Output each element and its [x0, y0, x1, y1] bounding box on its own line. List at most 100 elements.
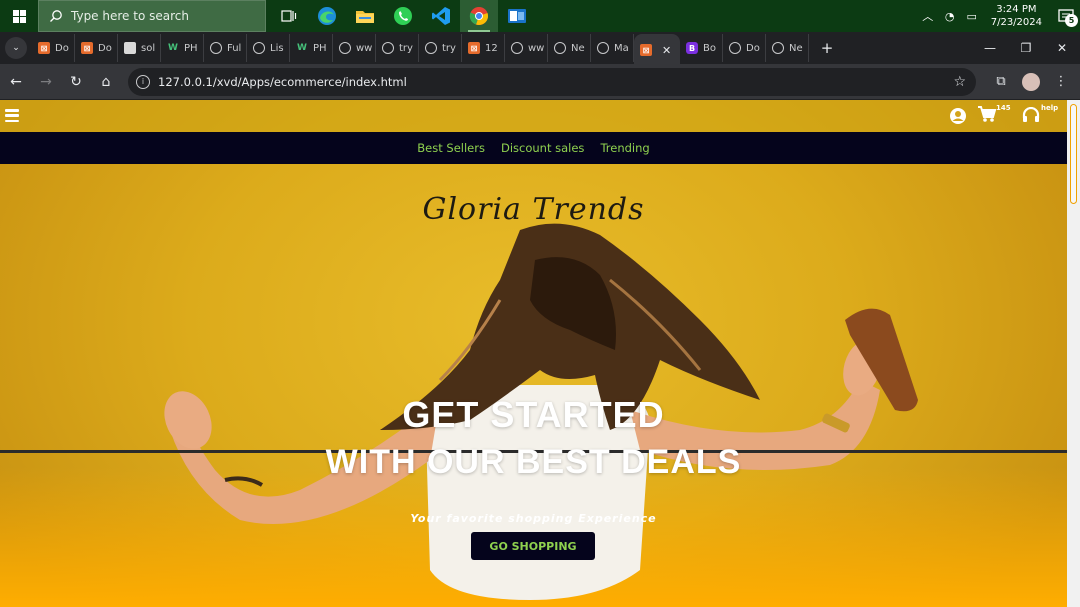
nav-best-sellers[interactable]: Best Sellers: [417, 141, 485, 155]
browser-tab[interactable]: ⊠ 12: [462, 34, 505, 62]
restore-button[interactable]: ❐: [1008, 41, 1044, 55]
tab-label: Do: [746, 42, 760, 54]
cart-count-badge: 145: [996, 104, 1011, 112]
tab-label: PH: [184, 42, 198, 54]
browser-tab[interactable]: B Bo: [680, 34, 723, 62]
brand-logo-text: Gloria Trends: [422, 192, 645, 227]
page-scrollbar[interactable]: [1067, 100, 1080, 607]
tab-label: Lis: [270, 42, 284, 54]
globe-favicon-icon: [511, 42, 523, 54]
wifi-icon[interactable]: ◔: [941, 10, 959, 23]
help-icon[interactable]: help: [1021, 104, 1058, 129]
browser-toolbar: ← → ↻ ⌂ i 127.0.0.1/xvd/Apps/ecommerce/i…: [0, 64, 1080, 100]
new-tab-button[interactable]: +: [815, 39, 839, 57]
cart-icon[interactable]: 145: [977, 104, 1011, 127]
notification-badge: 5: [1065, 14, 1078, 27]
clock[interactable]: 3:24 PM 7/23/2024: [991, 3, 1042, 29]
browser-tab[interactable]: ww: [505, 34, 548, 62]
browser-tab[interactable]: ⊠ Do: [32, 34, 75, 62]
browser-tab[interactable]: sol: [118, 34, 161, 62]
outlook-icon[interactable]: [498, 0, 536, 32]
profile-avatar[interactable]: [1022, 72, 1040, 91]
browser-tab[interactable]: Ne: [766, 34, 809, 62]
page-viewport: 145 help Best Sellers Discount sales Tre…: [0, 100, 1080, 607]
address-bar[interactable]: i 127.0.0.1/xvd/Apps/ecommerce/index.htm…: [128, 67, 976, 96]
clock-time: 3:24 PM: [996, 4, 1037, 15]
minimize-button[interactable]: —: [972, 41, 1008, 55]
xampp-favicon-icon: ⊠: [38, 42, 50, 54]
browser-tab[interactable]: try: [376, 34, 419, 62]
nav-discount-sales[interactable]: Discount sales: [501, 141, 584, 155]
globe-favicon-icon: [382, 42, 394, 54]
file-explorer-icon[interactable]: [346, 0, 384, 32]
back-button[interactable]: ←: [2, 68, 30, 96]
hero-headline-line-2: WITH OUR BEST DEALS: [325, 443, 742, 481]
nav-trending[interactable]: Trending: [600, 141, 649, 155]
go-shopping-button[interactable]: GO SHOPPING: [471, 532, 595, 560]
close-tab-icon[interactable]: ✕: [662, 44, 671, 57]
browser-tab[interactable]: Do: [723, 34, 766, 62]
bootstrap-favicon-icon: B: [686, 42, 698, 54]
whatsapp-icon[interactable]: [384, 0, 422, 32]
globe-favicon-icon: [554, 42, 566, 54]
globe-favicon-icon: [253, 42, 265, 54]
profile-favicon-icon: [124, 42, 136, 54]
search-icon: [50, 10, 62, 22]
globe-favicon-icon: [772, 42, 784, 54]
globe-favicon-icon: [729, 42, 741, 54]
tab-label: ww: [528, 42, 545, 54]
tab-label: sol: [141, 42, 156, 54]
windows-icon: [12, 9, 26, 23]
url-text: 127.0.0.1/xvd/Apps/ecommerce/index.html: [158, 74, 407, 89]
tab-label: 12: [485, 42, 498, 54]
menu-kebab-icon[interactable]: ⋮: [1046, 74, 1076, 89]
browser-tab[interactable]: Lis: [247, 34, 290, 62]
notification-center-button[interactable]: 5: [1052, 0, 1080, 32]
browser-tab[interactable]: Ma: [591, 34, 634, 62]
close-window-button[interactable]: ✕: [1044, 41, 1080, 55]
account-icon[interactable]: [949, 105, 967, 129]
browser-tab[interactable]: try: [419, 34, 462, 62]
globe-favicon-icon: [210, 42, 222, 54]
reload-button[interactable]: ↻: [62, 68, 90, 96]
tab-label: Do: [55, 42, 69, 54]
xampp-favicon-icon: ⊠: [468, 42, 480, 54]
browser-tab[interactable]: Ful: [204, 34, 247, 62]
tab-label: Ne: [789, 42, 803, 54]
browser-tab[interactable]: ⊠ Do: [75, 34, 118, 62]
taskbar-search-box[interactable]: Type here to search: [38, 0, 266, 32]
start-button[interactable]: [0, 0, 38, 32]
chevron-up-icon[interactable]: ︿: [919, 8, 937, 24]
browser-tab[interactable]: W PH: [161, 34, 204, 62]
tab-label: try: [442, 42, 456, 54]
hero-tagline: Your favorite shopping Experience: [410, 512, 657, 525]
browser-tab[interactable]: W PH: [290, 34, 333, 62]
extensions-icon[interactable]: ⧉: [986, 74, 1016, 89]
browser-tab[interactable]: Ne: [548, 34, 591, 62]
search-placeholder: Type here to search: [71, 9, 189, 23]
tab-label: try: [399, 42, 413, 54]
battery-icon[interactable]: ▭: [963, 10, 981, 23]
system-tray: ︿ ◔ ▭ 3:24 PM 7/23/2024 5: [917, 0, 1080, 32]
hero-model-image: [164, 223, 918, 600]
globe-favicon-icon: [339, 42, 351, 54]
hamburger-menu-icon[interactable]: [5, 109, 19, 122]
site-header: 145 help: [0, 100, 1067, 132]
chrome-icon[interactable]: [460, 0, 498, 32]
browser-tab-active[interactable]: ⊠ ✕: [634, 34, 680, 66]
vscode-icon[interactable]: [422, 0, 460, 32]
home-button[interactable]: ⌂: [92, 68, 120, 96]
category-nav: Best Sellers Discount sales Trending: [0, 132, 1067, 164]
scrollbar-thumb[interactable]: [1070, 104, 1077, 204]
xampp-favicon-icon: ⊠: [640, 44, 652, 56]
forward-button[interactable]: →: [32, 68, 60, 96]
tab-label: Do: [98, 42, 112, 54]
browser-tab[interactable]: ww: [333, 34, 376, 62]
globe-favicon-icon: [597, 42, 609, 54]
task-view-icon[interactable]: [270, 0, 308, 32]
edge-icon[interactable]: [308, 0, 346, 32]
tab-label: Ne: [571, 42, 585, 54]
bookmark-star-icon[interactable]: ☆: [953, 74, 966, 90]
site-info-icon[interactable]: i: [136, 74, 150, 89]
tab-search-button[interactable]: ⌄: [5, 37, 27, 59]
